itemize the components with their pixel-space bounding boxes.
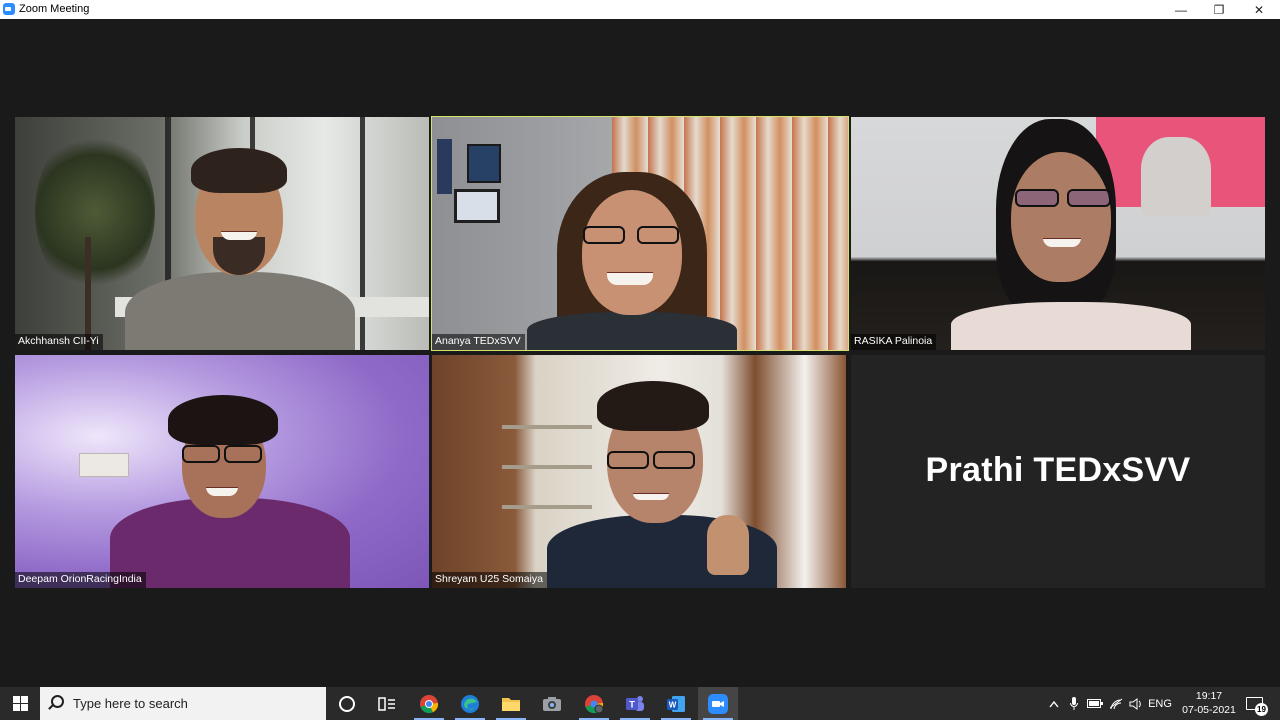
- participant-video: [15, 355, 429, 588]
- window-title: Zoom Meeting: [19, 3, 90, 15]
- wifi-icon: [1109, 698, 1123, 709]
- svg-text:T: T: [629, 699, 635, 709]
- input-language-button[interactable]: ENG: [1146, 687, 1174, 720]
- show-hidden-icons-button[interactable]: [1045, 687, 1063, 720]
- microphone-tray-button[interactable]: [1065, 687, 1083, 720]
- chrome-profile-icon: [585, 694, 604, 713]
- window-titlebar: Zoom Meeting — ❐ ✕: [0, 0, 1280, 19]
- svg-text:W: W: [669, 700, 677, 709]
- search-placeholder: Type here to search: [73, 696, 188, 711]
- participant-video: [432, 355, 846, 588]
- microphone-icon: [1070, 696, 1078, 710]
- participant-name: RASIKA Palinoia: [851, 334, 937, 350]
- taskbar-search-box[interactable]: Type here to search: [40, 687, 326, 720]
- video-tile[interactable]: Shreyam U25 Somaiya: [432, 355, 846, 588]
- battery-tray-button[interactable]: [1085, 687, 1105, 720]
- video-off-tile[interactable]: Prathi TEDxSVV: [851, 355, 1265, 588]
- battery-icon: [1087, 699, 1103, 708]
- edge-icon: [461, 694, 479, 713]
- participant-video: [15, 117, 429, 350]
- taskbar-clock[interactable]: 19:17 07-05-2021: [1176, 689, 1242, 717]
- video-tile-active-speaker[interactable]: Ananya TEDxSVV: [431, 116, 849, 351]
- task-view-button[interactable]: [367, 687, 407, 720]
- teams-icon: T: [626, 695, 644, 711]
- participant-name-large: Prathi TEDxSVV: [925, 451, 1191, 489]
- task-view-icon: [378, 696, 395, 711]
- video-tile[interactable]: Akchhansh CII-Yi: [15, 117, 429, 350]
- taskbar-zoom[interactable]: [698, 687, 738, 720]
- notification-count-badge: 19: [1255, 703, 1268, 716]
- start-button[interactable]: [0, 687, 40, 720]
- video-tile[interactable]: RASIKA Palinoia: [851, 117, 1265, 350]
- participant-video: [432, 117, 848, 350]
- taskbar-chrome-profile[interactable]: [574, 687, 614, 720]
- chevron-up-icon: [1049, 700, 1059, 707]
- close-button[interactable]: ✕: [1240, 0, 1278, 19]
- cortana-button[interactable]: [327, 687, 367, 720]
- word-icon: W: [667, 695, 685, 712]
- maximize-button[interactable]: ❐: [1200, 0, 1238, 19]
- participant-video: [851, 117, 1265, 350]
- clock-time: 19:17: [1195, 690, 1223, 702]
- minimize-button[interactable]: —: [1162, 0, 1200, 19]
- taskbar-camera[interactable]: [532, 687, 572, 720]
- participant-name: Akchhansh CII-Yi: [15, 334, 103, 350]
- folder-icon: [502, 697, 520, 711]
- camera-icon: [543, 696, 561, 711]
- volume-tray-button[interactable]: [1126, 687, 1146, 720]
- taskbar-chrome[interactable]: [409, 687, 449, 720]
- taskbar-teams[interactable]: T: [615, 687, 655, 720]
- network-tray-button[interactable]: [1106, 687, 1126, 720]
- cortana-circle-icon: [339, 695, 355, 712]
- taskbar-edge[interactable]: [450, 687, 490, 720]
- zoom-app-icon: [3, 3, 15, 15]
- notification-center-button[interactable]: 19: [1243, 687, 1273, 720]
- video-tile[interactable]: Deepam OrionRacingIndia: [15, 355, 429, 588]
- chrome-icon: [420, 694, 439, 713]
- zoom-icon: [708, 693, 728, 714]
- windows-logo-icon: [12, 696, 28, 711]
- windows-taskbar: Type here to search T W ENG 19:17 07-05-…: [0, 687, 1280, 720]
- search-icon: [51, 695, 64, 708]
- clock-date: 07-05-2021: [1182, 704, 1236, 716]
- participant-name: Ananya TEDxSVV: [432, 334, 525, 350]
- participant-name: Deepam OrionRacingIndia: [15, 572, 146, 588]
- taskbar-word[interactable]: W: [656, 687, 696, 720]
- speaker-icon: [1129, 697, 1141, 710]
- participant-name: Shreyam U25 Somaiya: [432, 572, 547, 588]
- taskbar-file-explorer[interactable]: [491, 687, 531, 720]
